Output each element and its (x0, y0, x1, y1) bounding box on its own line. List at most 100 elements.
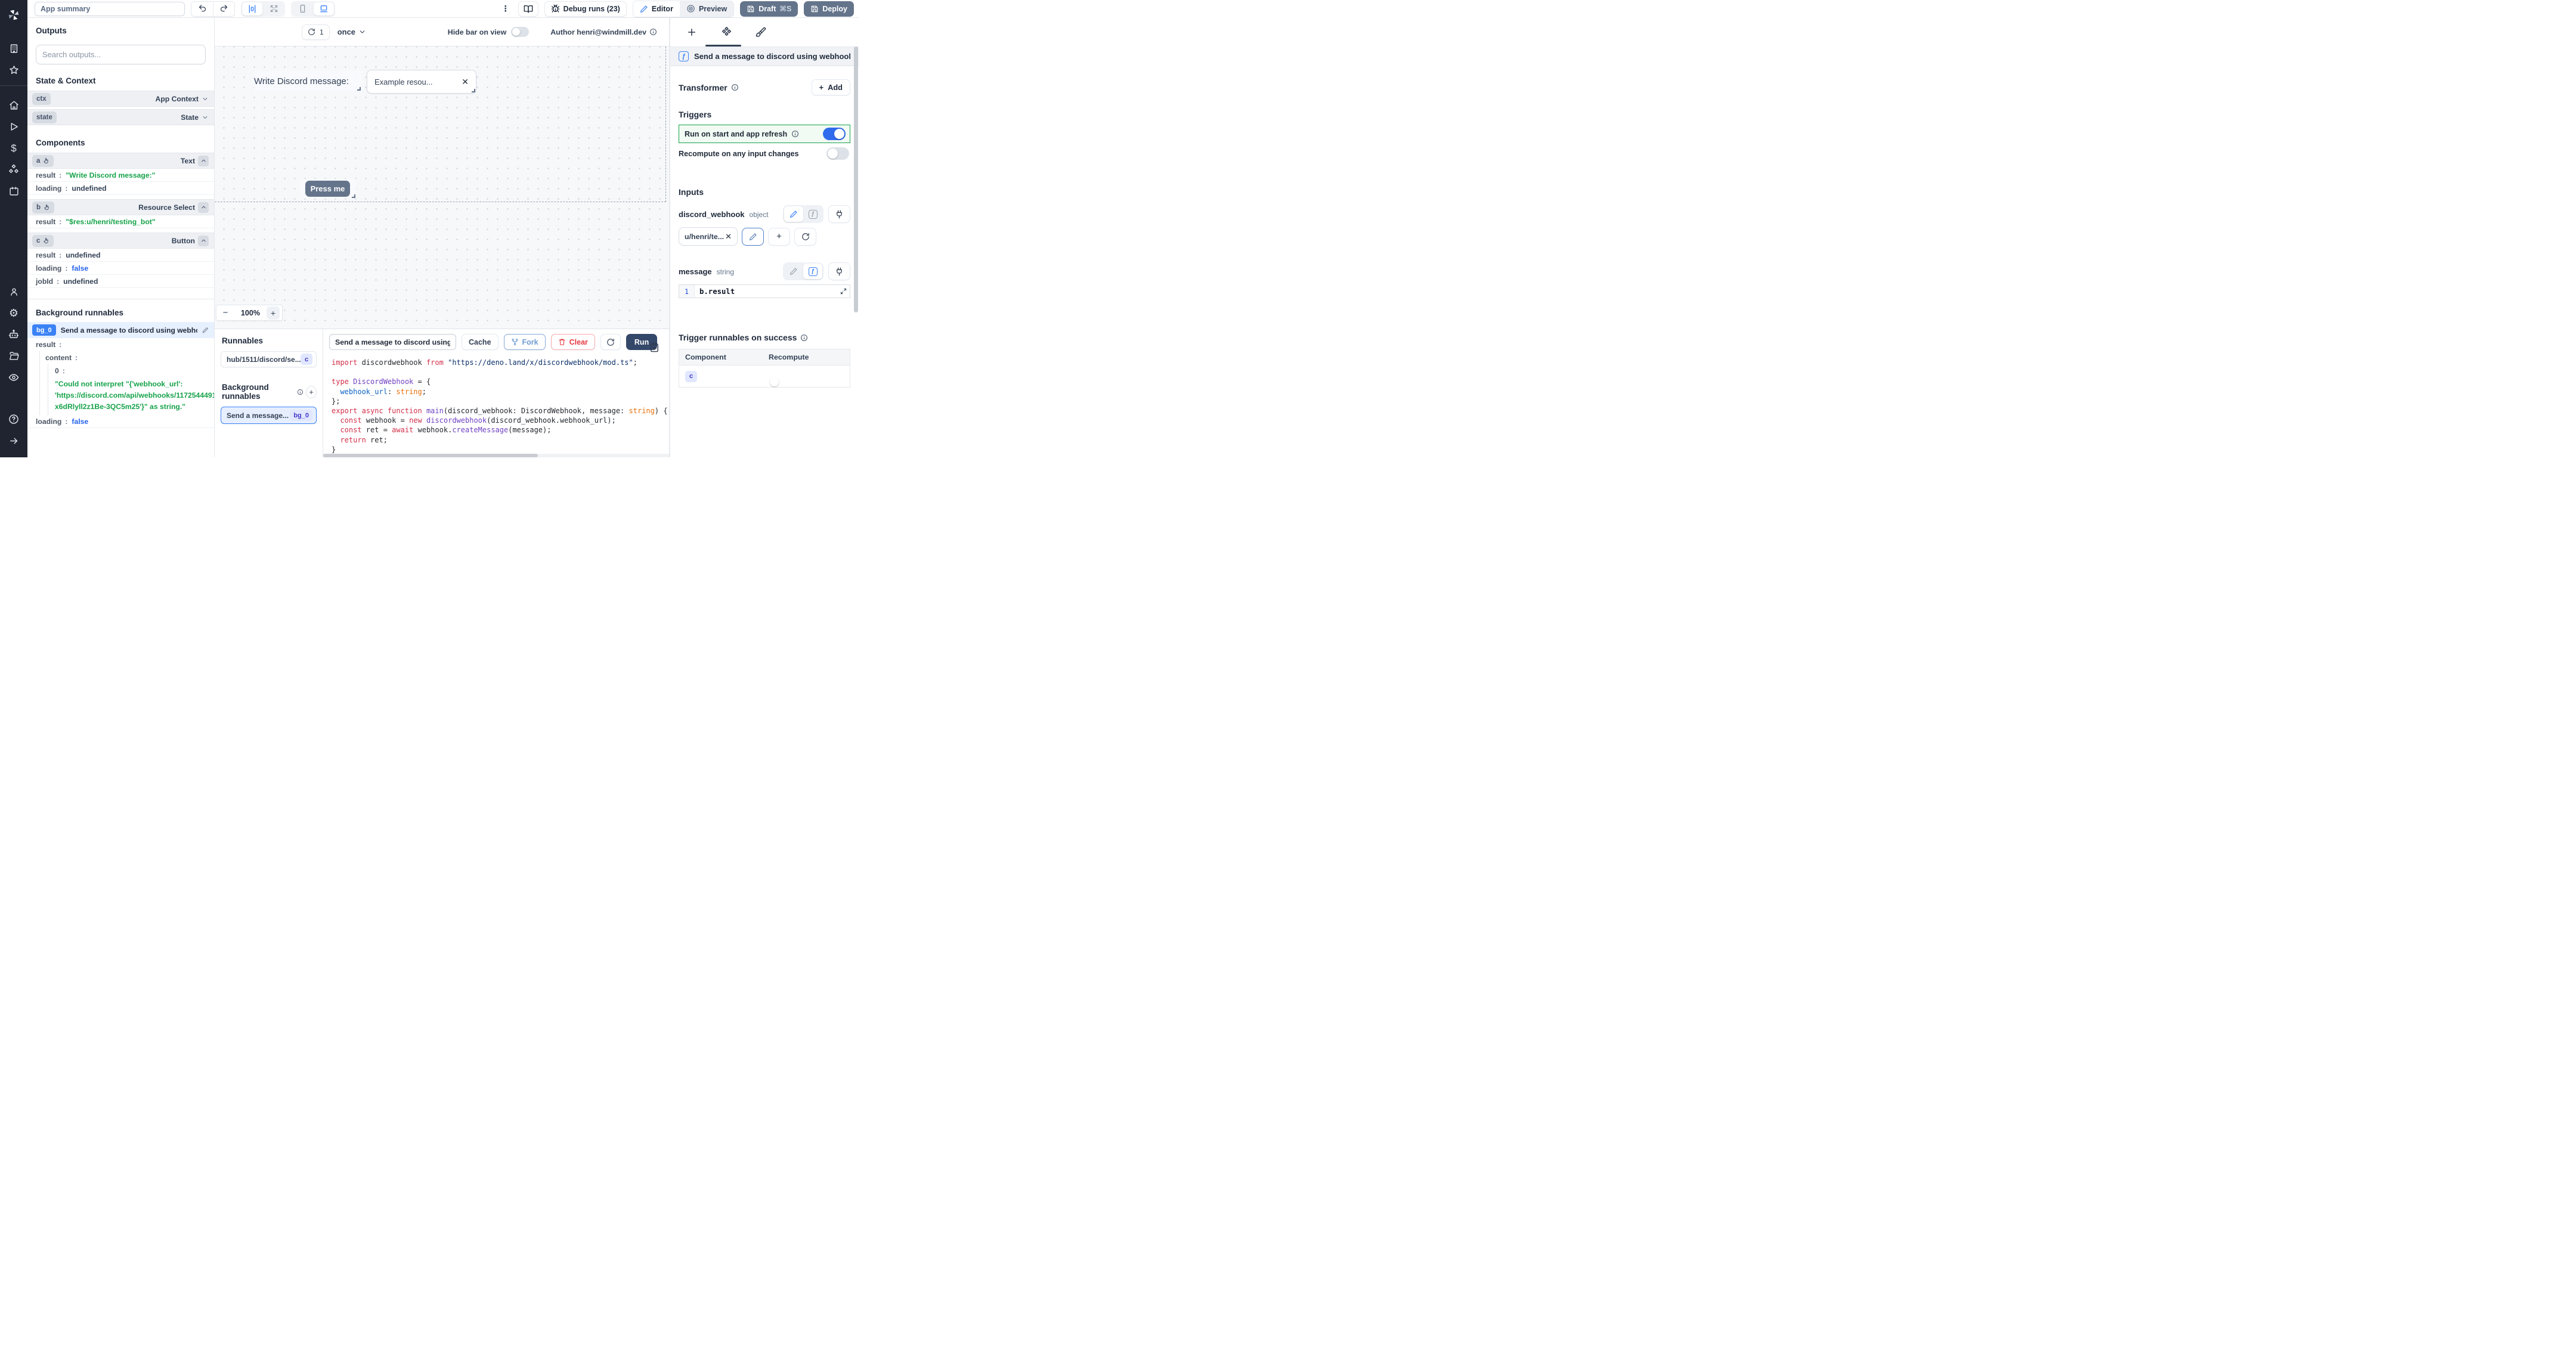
mobile-view-button[interactable] (292, 2, 312, 16)
field1-mode-toggle: ƒ (783, 205, 823, 223)
workspace-icon[interactable] (0, 38, 27, 59)
clear-button[interactable]: Clear (550, 334, 595, 350)
copy-clipboard-icon[interactable] (649, 342, 660, 352)
edit-pencil-icon[interactable] (202, 327, 209, 333)
zoom-in-button[interactable]: + (267, 306, 280, 320)
runnable-item-hub[interactable]: hub/1511/discord/se... c (221, 351, 317, 367)
output-row-state[interactable]: state State (27, 109, 214, 125)
runnable-item-name: hub/1511/discord/se... (227, 355, 301, 364)
expr-mode-function-icon[interactable]: ƒ (803, 206, 822, 222)
tab-insert-plus-icon[interactable] (685, 25, 699, 39)
add-resource-button[interactable]: + (768, 227, 790, 246)
resources-hub-icon[interactable] (0, 159, 27, 180)
message-expression-editor[interactable]: 1 b.result (679, 284, 850, 298)
text-component[interactable]: Write Discord message: (254, 71, 361, 91)
cache-button[interactable]: Cache (462, 334, 499, 350)
centered-layout-button[interactable] (242, 2, 262, 16)
folders-icon[interactable] (0, 345, 27, 367)
refresh-code-button[interactable] (600, 334, 621, 350)
static-mode-pencil-icon[interactable] (784, 264, 803, 279)
tab-editor[interactable]: Editor (633, 1, 680, 17)
right-panel-scrollbar[interactable] (854, 47, 858, 312)
schedules-calendar-icon[interactable] (0, 180, 27, 202)
code-content[interactable]: import discordwebhook from "https://deno… (323, 354, 669, 457)
redo-button[interactable] (213, 1, 234, 16)
edit-resource-pencil-button[interactable] (742, 227, 764, 246)
favorites-star-icon[interactable] (0, 59, 27, 80)
refresh-resource-button[interactable] (794, 227, 816, 246)
resource-select-component[interactable]: Example resou... ✕ (367, 70, 476, 94)
info-icon[interactable] (800, 334, 808, 342)
info-icon[interactable] (649, 28, 657, 36)
editor-label: Editor (651, 4, 673, 13)
deploy-label: Deploy (822, 4, 847, 13)
tab-component-settings-icon[interactable] (719, 25, 733, 39)
chevron-down-icon[interactable] (202, 114, 209, 121)
resize-handle[interactable] (352, 194, 355, 198)
deploy-button[interactable]: Deploy (804, 1, 854, 17)
zoom-out-button[interactable]: − (216, 308, 234, 318)
connect-plug-icon[interactable] (828, 205, 850, 223)
preview-label: Preview (698, 4, 727, 13)
clear-x-icon[interactable]: ✕ (462, 77, 469, 87)
component-row-c[interactable]: c Button (27, 233, 214, 249)
audit-eye-icon[interactable] (0, 367, 27, 388)
user-icon[interactable] (0, 281, 27, 302)
app-sidebar: $ ⚙ (0, 0, 27, 457)
chevron-up-icon[interactable] (198, 155, 209, 166)
static-mode-pencil-icon[interactable] (784, 206, 803, 222)
docs-book-button[interactable] (518, 1, 538, 17)
draft-save-button[interactable]: Draft ⌘S (740, 1, 798, 17)
info-icon[interactable] (731, 83, 739, 91)
press-me-button[interactable]: Press me (305, 181, 350, 197)
add-transformer-button[interactable]: + Add (811, 79, 850, 95)
resize-handle[interactable] (357, 87, 361, 91)
search-outputs-input[interactable]: Search outputs... (36, 45, 206, 64)
expr-mode-function-icon[interactable]: ƒ (803, 264, 822, 279)
fork-button[interactable]: Fork (503, 334, 546, 350)
hide-bar-toggle[interactable] (511, 27, 530, 37)
home-icon[interactable] (0, 94, 27, 116)
app-canvas[interactable]: Write Discord message: Example resou... … (215, 47, 669, 329)
runnable-name-input[interactable] (329, 334, 456, 350)
debug-runs-button[interactable]: Debug runs (23) (544, 1, 627, 17)
output-row-ctx[interactable]: ctx App Context (27, 91, 214, 107)
component-row-a[interactable]: a Text (27, 153, 214, 169)
refresh-count-button[interactable]: 1 (302, 24, 330, 40)
add-background-runnable-button[interactable]: + (306, 385, 317, 398)
chevron-up-icon[interactable] (198, 235, 209, 246)
bg0-row[interactable]: bg_0 Send a message to discord using web… (27, 322, 214, 338)
collapse-arrow-icon[interactable] (0, 430, 27, 451)
more-options-kebab-icon[interactable]: ⋮ (499, 4, 512, 14)
windmill-logo-icon[interactable] (0, 4, 27, 26)
clear-resource-x-icon[interactable]: ✕ (725, 232, 732, 241)
triggers-title: Triggers (679, 110, 712, 119)
bg-runnable-name: Send a message... (227, 411, 289, 420)
tab-preview[interactable]: Preview (679, 1, 734, 17)
component-row-b[interactable]: b Resource Select (27, 199, 214, 215)
recompute-any-toggle[interactable] (826, 147, 849, 160)
resource-value-input[interactable]: u/henri/te... ✕ (679, 227, 738, 246)
variables-dollar-icon[interactable]: $ (0, 137, 27, 159)
desktop-view-button[interactable] (314, 2, 334, 16)
run-on-start-toggle[interactable] (823, 128, 846, 140)
resize-handle[interactable] (472, 89, 475, 92)
chevron-down-icon[interactable] (202, 95, 209, 103)
runnable-item-bg0[interactable]: Send a message... bg_0 (221, 407, 317, 424)
settings-gear-icon[interactable]: ⚙ (0, 302, 27, 324)
workers-robot-icon[interactable] (0, 324, 27, 345)
help-icon[interactable] (0, 408, 27, 430)
horizontal-scrollbar[interactable] (323, 454, 669, 457)
fullscreen-expand-button[interactable] (264, 2, 284, 16)
undo-button[interactable] (191, 1, 213, 16)
frequency-dropdown[interactable]: once (338, 27, 366, 36)
tab-theme-brush-icon[interactable] (754, 25, 768, 39)
expand-editor-icon[interactable] (840, 285, 850, 298)
chevron-up-icon[interactable] (198, 202, 209, 213)
app-summary-input[interactable] (35, 1, 185, 16)
bg0-result-row: result: (36, 340, 62, 349)
connect-plug-icon[interactable] (828, 262, 850, 280)
info-icon[interactable] (791, 130, 799, 138)
runs-play-icon[interactable] (0, 116, 27, 137)
debug-runs-label: Debug runs (23) (563, 4, 620, 13)
